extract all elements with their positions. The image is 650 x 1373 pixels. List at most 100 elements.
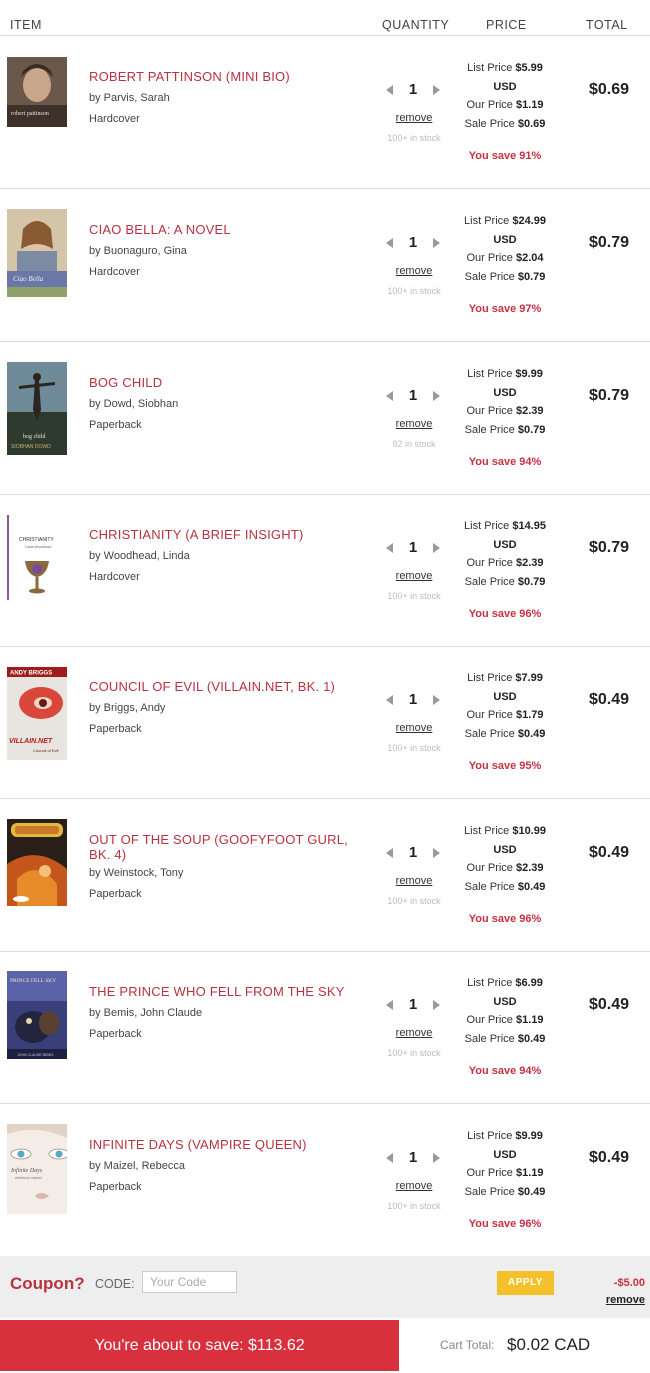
item-title[interactable]: BOG CHILD [89,375,364,390]
item-total: $0.79 [588,539,630,556]
sale-price-label: Sale Price [464,270,515,283]
item-title[interactable]: THE PRINCE WHO FELL FROM THE SKY [89,984,364,999]
list-price-label: List Price [464,215,510,227]
cover-text: Infinite Days [10,1167,43,1174]
book-cover[interactable]: bog child SIOBHAN DOWD [7,362,67,455]
coupon-code-input[interactable] [142,1271,237,1293]
our-price-label: Our Price [466,557,513,569]
item-title[interactable]: COUNCIL OF EVIL (VILLAIN.NET, BK. 1) [89,679,364,694]
cart-item: OUT OF THE SOUP (GOOFYFOOT GURL, BK. 4) … [0,799,650,952]
item-author: by Weinstock, Tony [89,867,184,879]
remove-link[interactable]: remove [384,418,444,430]
cart-item: Ciao Bella CIAO BELLA: A NOVEL by Buonag… [0,189,650,342]
list-price-label: List Price [467,368,513,380]
coupon-title: Coupon? [10,1274,85,1293]
our-price-label: Our Price [466,1167,513,1179]
stock-status: 100+ in stock [387,286,441,296]
code-label: CODE: [95,1277,135,1291]
item-title[interactable]: CIAO BELLA: A NOVEL [89,222,364,237]
remove-link[interactable]: remove [384,112,444,124]
book-cover[interactable] [7,819,67,906]
increase-quantity-icon[interactable] [433,85,440,95]
increase-quantity-icon[interactable] [433,695,440,705]
list-price: $6.99 [515,977,543,989]
sale-price: $0.49 [517,727,546,740]
price-block: List Price $7.99 USD Our Price $1.79 Sal… [455,669,555,743]
cover-author: rebecca maizel [15,1175,42,1180]
sale-price-label: Sale Price [464,575,515,588]
item-format: Hardcover [89,113,140,125]
item-author: by Bemis, John Claude [89,1007,203,1019]
list-price-label: List Price [467,977,513,989]
decrease-quantity-icon[interactable] [386,85,393,95]
our-price: $1.19 [516,1014,544,1026]
item-title[interactable]: OUT OF THE SOUP (GOOFYFOOT GURL, BK. 4) [89,832,364,862]
you-save: You save 96% [468,913,542,925]
item-format: Paperback [89,1028,142,1040]
list-price-label: List Price [464,520,510,532]
cover-title: VILLAIN.NET [9,738,53,745]
item-total: $0.49 [588,844,630,861]
cart-total-label: Cart Total: [440,1338,495,1352]
coupon-bar: Coupon? CODE: APPLY -$5.00 remove [0,1256,650,1318]
book-cover[interactable]: CHRISTIANITY Linda Woodhead [7,515,67,600]
currency: USD [493,843,517,856]
our-price-label: Our Price [466,862,513,874]
cover-text: CHRISTIANITY [19,537,54,543]
book-cover[interactable]: Infinite Days rebecca maizel [7,1124,67,1214]
decrease-quantity-icon[interactable] [386,543,393,553]
list-price-label: List Price [467,1130,513,1142]
increase-quantity-icon[interactable] [433,848,440,858]
cover-subtitle: Council of Evil [33,748,58,753]
remove-coupon-link[interactable]: remove [590,1294,645,1306]
you-save: You save 96% [468,1218,542,1230]
stock-status: 100+ in stock [387,743,441,753]
book-cover[interactable]: ANDY BRIGGS VILLAIN.NET Council of Evil [7,667,67,760]
item-title[interactable]: INFINITE DAYS (VAMPIRE QUEEN) [89,1137,364,1152]
price-block: List Price $10.99 USD Our Price $2.39 Sa… [455,822,555,896]
cart-item: CHRISTIANITY Linda Woodhead CHRISTIANITY… [0,494,650,647]
book-cover[interactable]: PRINCE FELL SKY JOHN CLAUDE BEMIS [7,971,67,1059]
increase-quantity-icon[interactable] [433,543,440,553]
item-author: by Buonaguro, Gina [89,245,187,257]
increase-quantity-icon[interactable] [433,391,440,401]
sale-price: $0.49 [517,880,546,893]
decrease-quantity-icon[interactable] [386,238,393,248]
currency: USD [493,995,517,1008]
decrease-quantity-icon[interactable] [386,1000,393,1010]
item-title[interactable]: ROBERT PATTINSON (MINI BIO) [89,69,364,84]
item-title[interactable]: CHRISTIANITY (A BRIEF INSIGHT) [89,527,364,542]
price-block: List Price $6.99 USD Our Price $1.19 Sal… [455,974,555,1048]
item-format: Hardcover [89,571,140,583]
decrease-quantity-icon[interactable] [386,695,393,705]
item-format: Paperback [89,1181,142,1193]
quantity-value: 1 [408,691,418,708]
remove-link[interactable]: remove [384,722,444,734]
quantity-value: 1 [408,996,418,1013]
book-cover[interactable]: Ciao Bella [7,209,67,297]
decrease-quantity-icon[interactable] [386,391,393,401]
increase-quantity-icon[interactable] [433,238,440,248]
sale-price: $0.79 [517,423,546,436]
list-price: $7.99 [515,672,543,684]
remove-link[interactable]: remove [384,570,444,582]
cart-item: robert pattinson ROBERT PATTINSON (MINI … [0,36,650,189]
remove-link[interactable]: remove [384,875,444,887]
remove-link[interactable]: remove [384,1027,444,1039]
decrease-quantity-icon[interactable] [386,848,393,858]
book-cover[interactable]: robert pattinson [7,57,67,127]
decrease-quantity-icon[interactable] [386,1153,393,1163]
header-quantity: QUANTITY [382,18,450,32]
apply-button[interactable]: APPLY [497,1271,554,1295]
sale-price-label: Sale Price [464,423,515,436]
remove-link[interactable]: remove [384,265,444,277]
remove-link[interactable]: remove [384,1180,444,1192]
quantity-value: 1 [408,844,418,861]
you-save: You save 97% [468,303,542,315]
increase-quantity-icon[interactable] [433,1153,440,1163]
increase-quantity-icon[interactable] [433,1000,440,1010]
cart-footer: You're about to save: $113.62 Cart Total… [0,1318,650,1373]
cover-author: SIOBHAN DOWD [11,444,51,450]
header-price: PRICE [486,18,527,32]
sale-price: $0.69 [517,117,546,130]
